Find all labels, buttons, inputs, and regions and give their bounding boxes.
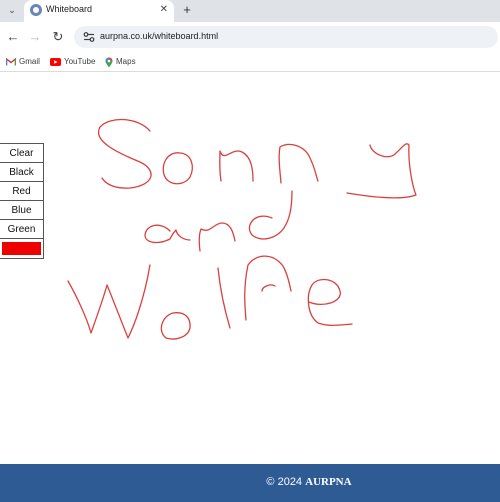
stroke-letter-n — [219, 150, 254, 182]
red-button[interactable]: Red — [0, 182, 43, 201]
current-color-row — [0, 239, 43, 258]
stroke-letter-d — [248, 190, 293, 240]
stroke-letter-o2 — [160, 312, 191, 340]
back-button[interactable]: ← — [4, 28, 22, 46]
tab-search-dropdown[interactable]: ⌄ — [5, 2, 19, 18]
color-toolbox: Clear Black Red Blue Green — [0, 143, 44, 259]
new-tab-button[interactable]: + — [179, 2, 195, 18]
bookmark-label: YouTube — [64, 57, 96, 66]
tab-whiteboard[interactable]: Whiteboard ✕ — [24, 0, 174, 22]
copyright-text: © 2024 — [266, 476, 303, 488]
stroke-letter-w — [67, 264, 151, 339]
arrow-right-icon: → — [28, 29, 42, 44]
stroke-letter-f-crossbar — [261, 284, 276, 292]
forward-button[interactable]: → — [26, 28, 44, 46]
plus-icon: + — [183, 2, 191, 17]
stroke-letter-n3 — [198, 222, 236, 252]
bookmark-gmail[interactable]: Gmail — [6, 55, 40, 69]
stroke-letter-a — [144, 224, 191, 244]
footer-brand: AURPNA — [305, 476, 352, 488]
site-settings-icon[interactable] — [82, 30, 96, 44]
clear-button[interactable]: Clear — [0, 144, 43, 163]
green-button[interactable]: Green — [0, 220, 43, 239]
address-bar[interactable]: aurpna.co.uk/whiteboard.html — [74, 26, 498, 48]
maps-icon — [105, 57, 113, 67]
stroke-letter-e — [307, 278, 353, 327]
stroke-letter-o — [162, 152, 193, 185]
youtube-icon — [50, 58, 61, 66]
tab-title: Whiteboard — [46, 4, 93, 14]
reload-button[interactable]: ↻ — [49, 28, 67, 46]
black-button[interactable]: Black — [0, 163, 43, 182]
bookmark-label: Maps — [116, 57, 136, 66]
gmail-icon — [6, 58, 16, 66]
stroke-letter-s — [97, 118, 152, 189]
bookmark-maps[interactable]: Maps — [105, 55, 136, 69]
globe-icon — [30, 4, 42, 16]
tab-strip: ⌄ Whiteboard ✕ + — [0, 0, 500, 22]
drawing-canvas[interactable] — [0, 73, 500, 463]
stroke-letter-f — [244, 255, 292, 321]
page-footer: © 2024 AURPNA — [0, 464, 500, 502]
chevron-down-icon: ⌄ — [8, 5, 16, 15]
browser-toolbar: ← → ↻ aurpna.co.uk/whiteboard.html — [0, 22, 500, 52]
bookmark-youtube[interactable]: YouTube — [50, 55, 95, 69]
whiteboard-page: Clear Black Red Blue Green — [0, 73, 500, 463]
stroke-letter-y — [346, 143, 417, 199]
stroke-letter-l — [217, 267, 231, 329]
bookmark-label: Gmail — [19, 57, 40, 66]
current-color-swatch[interactable] — [2, 242, 41, 255]
reload-icon: ↻ — [52, 29, 64, 44]
url-text: aurpna.co.uk/whiteboard.html — [100, 31, 219, 41]
footer-copyright: © 2024 AURPNA — [0, 476, 500, 488]
close-icon[interactable]: ✕ — [160, 3, 168, 17]
bookmarks-bar: Gmail YouTube Maps — [0, 52, 500, 72]
stroke-letter-n2 — [278, 143, 319, 184]
arrow-left-icon: ← — [6, 29, 20, 44]
blue-button[interactable]: Blue — [0, 201, 43, 220]
